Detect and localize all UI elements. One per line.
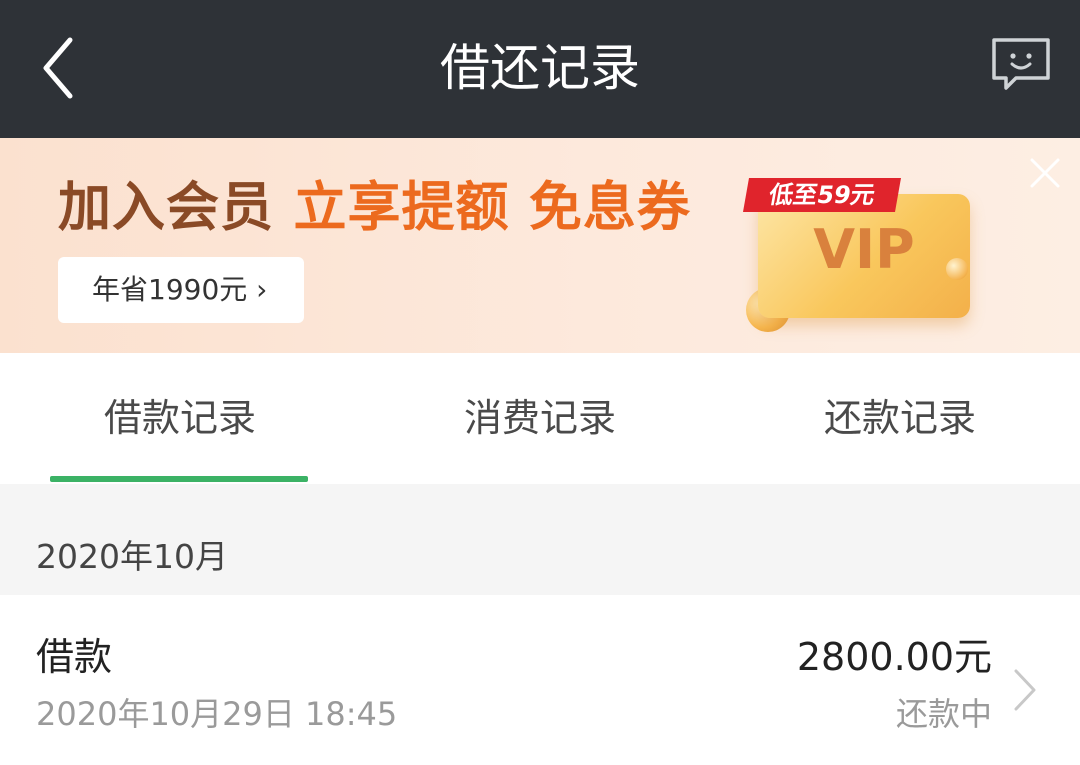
tab-loan-records[interactable]: 借款记录 [0,393,360,443]
decorative-ball-small [946,258,968,280]
headline-credit-boost: 立享提额 [293,177,510,238]
list-item[interactable]: 借款 2020年10月29日 18:45 2800.00元 还款中 [0,595,1080,765]
active-tab-indicator [50,476,308,482]
tab-repayment-records[interactable]: 还款记录 [720,393,1080,443]
month-label: 2020年10月 [36,537,228,576]
feedback-button[interactable] [986,34,1056,96]
close-icon [1030,158,1060,188]
record-status: 还款中 [895,695,992,733]
tab-consumption-records[interactable]: 消费记录 [360,393,720,443]
chat-smile-icon [992,38,1050,90]
top-nav-bar: 借还记录 [0,0,1080,138]
vip-promo-banner[interactable]: 加入会员 立享提额 免息券 年省1990元 › VIP 低至59元 [0,138,1080,353]
headline-interest-free: 免息券 [509,177,691,238]
vip-card-text: VIP [813,218,915,281]
month-group-header: 2020年10月 [0,484,1080,595]
chevron-right-icon [1014,669,1036,711]
record-amount: 2800.00元 [796,635,992,679]
savings-button[interactable]: 年省1990元 › [58,257,304,323]
vip-price-tag: 低至59元 [743,178,901,212]
record-datetime: 2020年10月29日 18:45 [36,695,398,733]
record-type: 借款 [36,635,113,679]
banner-close-button[interactable] [1026,154,1064,192]
banner-headline: 加入会员 立享提额 免息券 [58,172,691,244]
headline-join-member: 加入会员 [58,177,294,238]
page-title: 借还记录 [440,39,640,97]
vip-card-graphic: VIP [758,194,970,318]
record-tabs: 借款记录 消费记录 还款记录 [0,353,1080,484]
